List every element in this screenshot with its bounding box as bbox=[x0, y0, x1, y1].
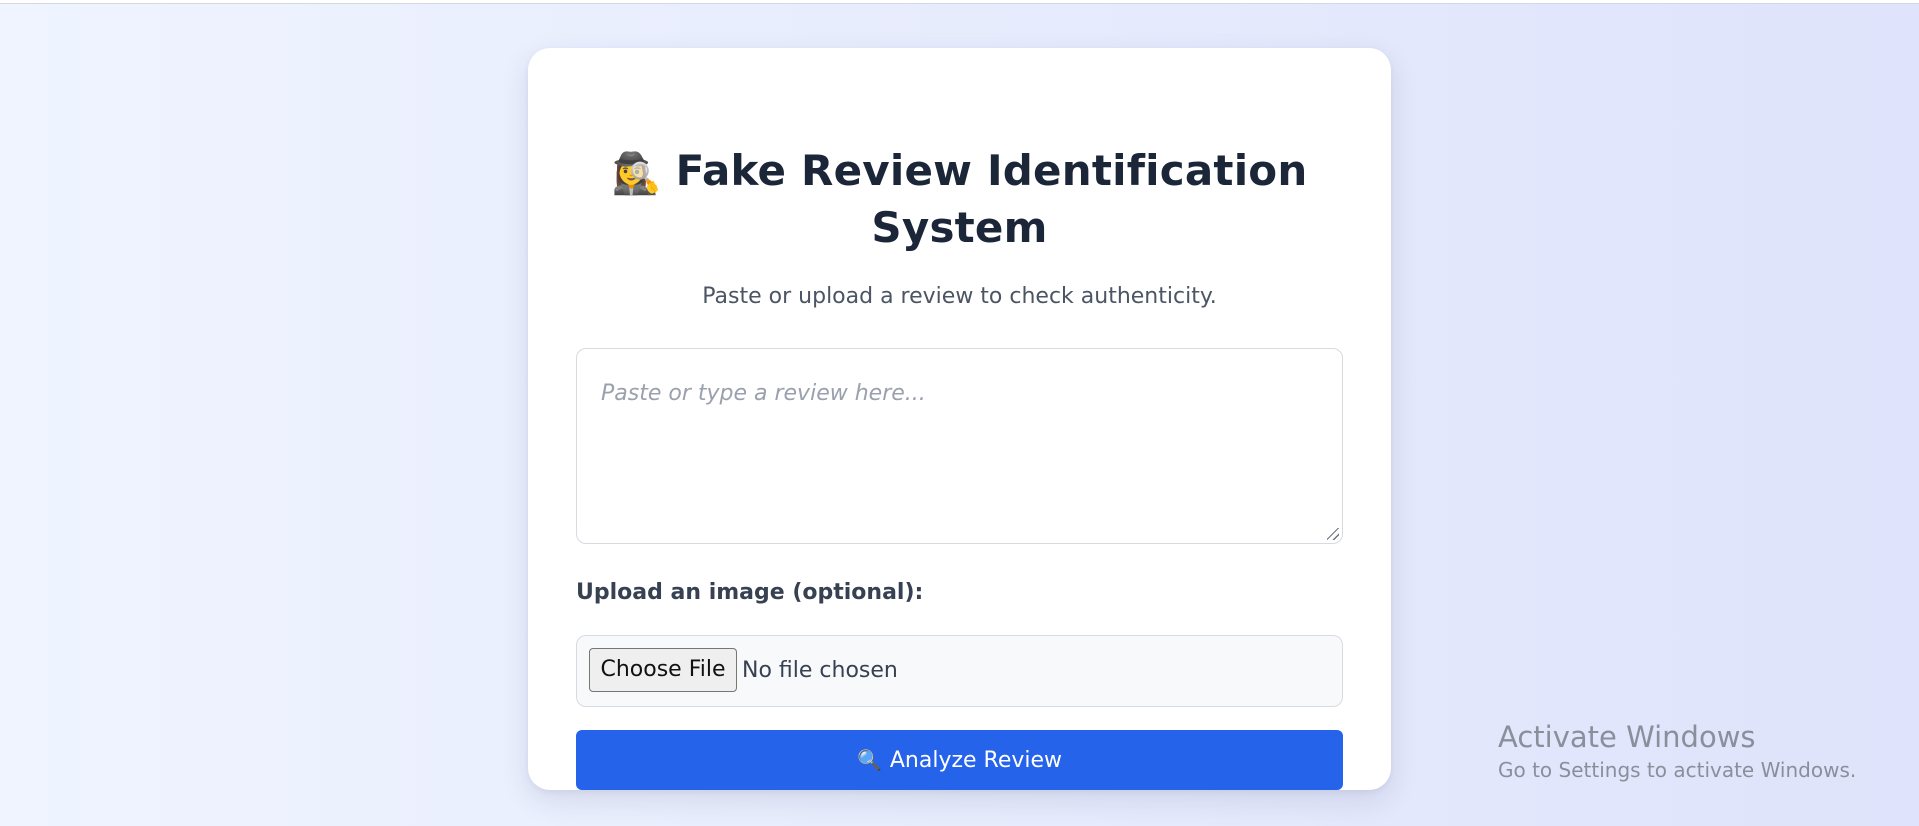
review-placeholder: Paste or type a review here... bbox=[601, 381, 926, 406]
activate-windows-watermark: Activate Windows Go to Settings to activ… bbox=[1498, 718, 1856, 784]
page-title-text: Fake Review Identification System bbox=[675, 146, 1308, 252]
review-card: 🕵️‍♀️ Fake Review Identification System P… bbox=[528, 48, 1391, 790]
watermark-title: Activate Windows bbox=[1498, 720, 1756, 754]
watermark-subtitle: Go to Settings to activate Windows. bbox=[1498, 758, 1857, 782]
page-subtitle: Paste or upload a review to check authen… bbox=[702, 284, 1217, 309]
review-textarea[interactable]: Paste or type a review here... bbox=[576, 348, 1343, 544]
page-title: 🕵️‍♀️ Fake Review Identification System bbox=[576, 144, 1343, 255]
file-status: No file chosen bbox=[742, 658, 898, 683]
file-input[interactable]: Choose File No file chosen bbox=[576, 635, 1343, 707]
analyze-review-button[interactable]: 🔍 Analyze Review bbox=[576, 730, 1343, 790]
upload-label: Upload an image (optional): bbox=[576, 580, 924, 605]
browser-top-edge bbox=[0, 0, 1919, 4]
detective-icon: 🕵️‍♀️ bbox=[611, 151, 662, 197]
magnifier-icon: 🔍 bbox=[856, 748, 882, 772]
choose-file-button[interactable]: Choose File bbox=[589, 648, 737, 692]
resize-handle[interactable] bbox=[1327, 528, 1339, 540]
analyze-button-label: Analyze Review bbox=[889, 748, 1063, 773]
